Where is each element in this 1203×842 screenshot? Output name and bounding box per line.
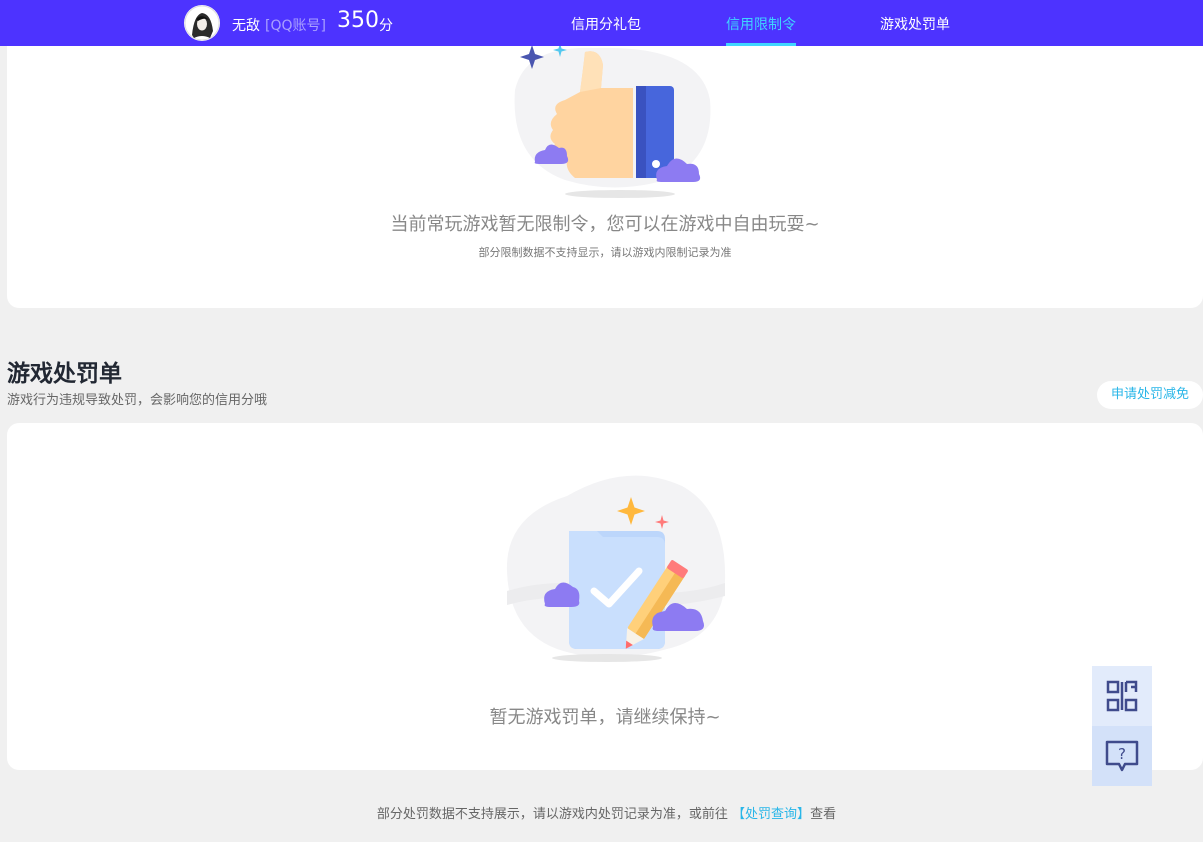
username: 无敌: [232, 18, 260, 34]
qr-code-icon: [1106, 680, 1138, 712]
empty-penalty-illustration: [506, 475, 726, 662]
credit-score: 350: [337, 8, 379, 33]
restriction-card: 当前常玩游戏暂无限制令，您可以在游戏中自由玩耍~ 部分限制数据不支持显示，请以游…: [7, 20, 1203, 308]
restriction-empty-text: 当前常玩游戏暂无限制令，您可以在游戏中自由玩耍~: [390, 214, 820, 235]
restriction-data-note: 部分限制数据不支持显示，请以游戏内限制记录为准: [478, 246, 732, 259]
footer-note-prefix: 部分处罚数据不支持展示，请以游戏内处罚记录为准，或前往: [376, 807, 733, 822]
svg-text:?: ?: [1118, 745, 1126, 763]
penalty-section-description: 游戏行为违规导致处罚，会影响您的信用分哦: [7, 393, 268, 408]
nav-tab-credit-gift[interactable]: 信用分礼包: [571, 14, 641, 34]
account-type: [QQ账号]: [265, 18, 326, 34]
active-tab-indicator: [726, 43, 796, 46]
top-nav-bar: 无敌 [QQ账号] 350 分 信用分礼包 信用限制令 游戏处罚单: [0, 0, 1203, 46]
penalty-empty-text: 暂无游戏罚单，请继续保持~: [489, 707, 721, 728]
nav-tab-game-penalty[interactable]: 游戏处罚单: [880, 14, 950, 34]
penalty-query-link[interactable]: 【处罚查询】: [732, 807, 810, 822]
penalty-footer-note: 部分处罚数据不支持展示，请以游戏内处罚记录为准，或前往 【处罚查询】查看: [0, 803, 1203, 822]
help-chat-icon: ?: [1105, 740, 1139, 772]
footer-note-suffix: 查看: [810, 807, 837, 822]
nav-tab-credit-restriction[interactable]: 信用限制令: [726, 14, 796, 34]
apply-penalty-reduction-button[interactable]: 申请处罚减免: [1097, 381, 1203, 409]
help-button[interactable]: ?: [1092, 726, 1152, 786]
user-avatar[interactable]: [184, 5, 220, 41]
penalty-section-title: 游戏处罚单: [7, 361, 122, 387]
qr-code-button[interactable]: [1092, 666, 1152, 726]
penalty-card: 暂无游戏罚单，请继续保持~: [7, 423, 1203, 770]
score-unit: 分: [379, 18, 393, 34]
thumbs-up-illustration: [514, 43, 711, 198]
